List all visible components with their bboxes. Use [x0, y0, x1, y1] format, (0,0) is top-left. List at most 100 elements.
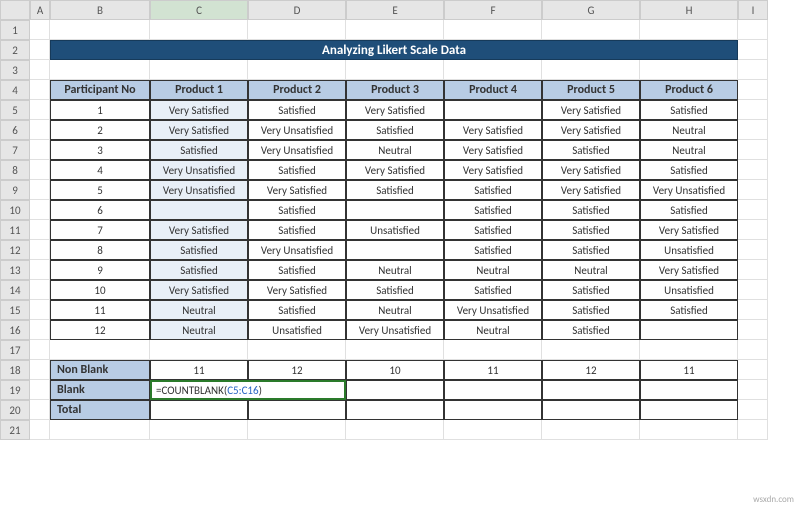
data-cell-r13-p1[interactable]: Satisfied: [150, 260, 248, 280]
cell-A18[interactable]: [30, 360, 50, 380]
cell-A14[interactable]: [30, 280, 50, 300]
cell-A11[interactable]: [30, 220, 50, 240]
column-header-H[interactable]: H: [640, 0, 738, 20]
cell-G21[interactable]: [542, 420, 640, 440]
data-cell-r16-p3[interactable]: Very Unsatisfied: [346, 320, 444, 340]
row-header-17[interactable]: 17: [0, 340, 30, 360]
data-cell-r13-p6[interactable]: Very Satisfied: [640, 260, 738, 280]
cell-I11[interactable]: [738, 220, 768, 240]
cell-I3[interactable]: [738, 60, 768, 80]
cell-I19[interactable]: [738, 380, 768, 400]
data-cell-r13-p4[interactable]: Neutral: [444, 260, 542, 280]
row-header-16[interactable]: 16: [0, 320, 30, 340]
data-cell-r16-p6[interactable]: [640, 320, 738, 340]
participant-2[interactable]: 2: [50, 120, 150, 140]
data-cell-r7-p4[interactable]: Very Satisfied: [444, 140, 542, 160]
data-cell-r9-p5[interactable]: Very Satisfied: [542, 180, 640, 200]
row-header-19[interactable]: 19: [0, 380, 30, 400]
column-header-A[interactable]: A: [30, 0, 50, 20]
cell-B17[interactable]: [50, 340, 150, 360]
row-header-14[interactable]: 14: [0, 280, 30, 300]
data-cell-r5-p1[interactable]: Very Satisfied: [150, 100, 248, 120]
data-cell-r13-p2[interactable]: Satisfied: [248, 260, 346, 280]
data-cell-r9-p1[interactable]: Very Unsatisfied: [150, 180, 248, 200]
cell-I6[interactable]: [738, 120, 768, 140]
data-cell-r16-p1[interactable]: Neutral: [150, 320, 248, 340]
data-cell-r8-p4[interactable]: Very Satisfied: [444, 160, 542, 180]
data-cell-r8-p1[interactable]: Very Unsatisfied: [150, 160, 248, 180]
cell-F1[interactable]: [444, 20, 542, 40]
cell-C17[interactable]: [150, 340, 248, 360]
row-header-21[interactable]: 21: [0, 420, 30, 440]
cell-A5[interactable]: [30, 100, 50, 120]
row-header-10[interactable]: 10: [0, 200, 30, 220]
data-cell-r5-p6[interactable]: Satisfied: [640, 100, 738, 120]
cell-B3[interactable]: [50, 60, 150, 80]
cell-A10[interactable]: [30, 200, 50, 220]
data-cell-r7-p5[interactable]: Satisfied: [542, 140, 640, 160]
data-cell-r9-p4[interactable]: Satisfied: [444, 180, 542, 200]
cell-A15[interactable]: [30, 300, 50, 320]
cell-E1[interactable]: [346, 20, 444, 40]
cell-C21[interactable]: [150, 420, 248, 440]
data-cell-r6-p4[interactable]: Very Satisfied: [444, 120, 542, 140]
data-cell-r14-p1[interactable]: Very Satisfied: [150, 280, 248, 300]
data-cell-r14-p5[interactable]: Satisfied: [542, 280, 640, 300]
data-cell-r14-p2[interactable]: Very Satisfied: [248, 280, 346, 300]
participant-11[interactable]: 11: [50, 300, 150, 320]
cell-I1[interactable]: [738, 20, 768, 40]
column-header-B[interactable]: B: [50, 0, 150, 20]
data-cell-r13-p5[interactable]: Neutral: [542, 260, 640, 280]
cell-D3[interactable]: [248, 60, 346, 80]
cell-A6[interactable]: [30, 120, 50, 140]
row-header-8[interactable]: 8: [0, 160, 30, 180]
cell-A20[interactable]: [30, 400, 50, 420]
column-header-C[interactable]: C: [150, 0, 248, 20]
cell-G1[interactable]: [542, 20, 640, 40]
row-header-7[interactable]: 7: [0, 140, 30, 160]
data-cell-r15-p3[interactable]: Neutral: [346, 300, 444, 320]
cell-H17[interactable]: [640, 340, 738, 360]
data-cell-r7-p6[interactable]: Neutral: [640, 140, 738, 160]
nonblank-p6[interactable]: 11: [640, 360, 738, 380]
cell-A2[interactable]: [30, 40, 50, 60]
data-cell-r10-p3[interactable]: [346, 200, 444, 220]
participant-4[interactable]: 4: [50, 160, 150, 180]
column-header-I[interactable]: I: [738, 0, 768, 20]
data-cell-r16-p5[interactable]: Satisfied: [542, 320, 640, 340]
participant-9[interactable]: 9: [50, 260, 150, 280]
cell-A9[interactable]: [30, 180, 50, 200]
cell-I15[interactable]: [738, 300, 768, 320]
data-cell-r10-p4[interactable]: Satisfied: [444, 200, 542, 220]
total-p2[interactable]: [248, 400, 346, 420]
data-cell-r8-p6[interactable]: Satisfied: [640, 160, 738, 180]
cell-I10[interactable]: [738, 200, 768, 220]
cell-I8[interactable]: [738, 160, 768, 180]
row-header-15[interactable]: 15: [0, 300, 30, 320]
cell-I18[interactable]: [738, 360, 768, 380]
cell-I14[interactable]: [738, 280, 768, 300]
row-header-5[interactable]: 5: [0, 100, 30, 120]
data-cell-r10-p5[interactable]: Satisfied: [542, 200, 640, 220]
data-cell-r14-p3[interactable]: Satisfied: [346, 280, 444, 300]
row-header-13[interactable]: 13: [0, 260, 30, 280]
cell-G17[interactable]: [542, 340, 640, 360]
participant-8[interactable]: 8: [50, 240, 150, 260]
data-cell-r15-p1[interactable]: Neutral: [150, 300, 248, 320]
data-cell-r11-p5[interactable]: Satisfied: [542, 220, 640, 240]
cell-A4[interactable]: [30, 80, 50, 100]
cell-H21[interactable]: [640, 420, 738, 440]
cell-I13[interactable]: [738, 260, 768, 280]
cell-A8[interactable]: [30, 160, 50, 180]
column-header-F[interactable]: F: [444, 0, 542, 20]
nonblank-p1[interactable]: 11: [150, 360, 248, 380]
nonblank-p5[interactable]: 12: [542, 360, 640, 380]
cell-I16[interactable]: [738, 320, 768, 340]
cell-C3[interactable]: [150, 60, 248, 80]
blank-p5[interactable]: [542, 380, 640, 400]
blank-p6[interactable]: [640, 380, 738, 400]
cell-C1[interactable]: [150, 20, 248, 40]
data-cell-r9-p2[interactable]: Very Satisfied: [248, 180, 346, 200]
data-cell-r5-p5[interactable]: Very Satisfied: [542, 100, 640, 120]
cell-F17[interactable]: [444, 340, 542, 360]
